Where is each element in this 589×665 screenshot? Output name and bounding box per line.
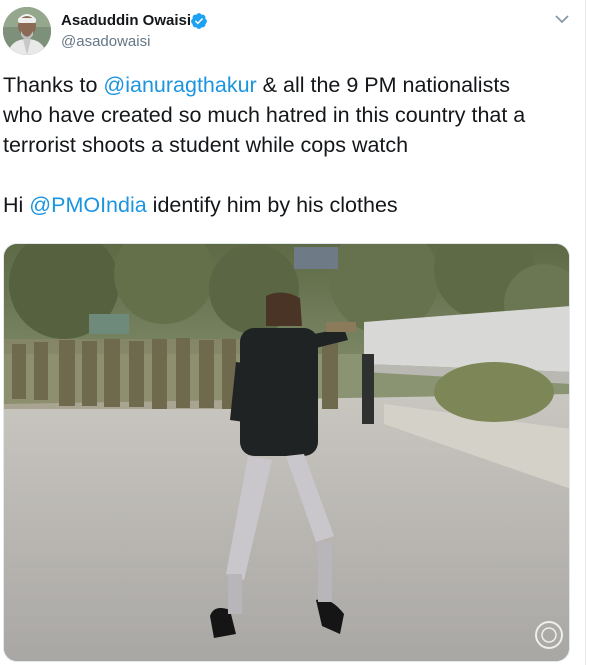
- avatar[interactable]: [3, 7, 51, 55]
- tweet-photo[interactable]: [3, 243, 570, 662]
- mention-link-ianuragthakur[interactable]: @ianuragthakur: [103, 73, 256, 97]
- verified-badge-icon: [191, 13, 207, 29]
- tweet-text-segment: Thanks to: [3, 73, 104, 97]
- tweet-text-segment: Hi: [3, 193, 30, 217]
- mention-link-pmoindia[interactable]: @PMOIndia: [29, 193, 146, 217]
- author-name[interactable]: Asaduddin Owaisi: [61, 12, 191, 29]
- tweet-text-segment: & all the 9 PM nationalists: [256, 73, 511, 97]
- tweet-text-line-2: who have created so much hatred in this …: [3, 103, 526, 127]
- tweet-text-line-1: Thanks to @ianuragthakur & all the 9 PM …: [3, 70, 578, 100]
- chevron-down-icon[interactable]: [553, 12, 571, 26]
- tweet-text: Thanks to @ianuragthakur & all the 9 PM …: [3, 70, 578, 220]
- tweet-text-line-3: terrorist shoots a student while cops wa…: [3, 133, 409, 157]
- author-handle[interactable]: @asadowaisi: [61, 33, 150, 50]
- tweet: Asaduddin Owaisi @asadowaisi Thanks to @…: [0, 0, 589, 665]
- tweet-text-segment: identify him by his clothes: [146, 193, 398, 217]
- tweet-text-line-5: Hi @PMOIndia identify him by his clothes: [3, 190, 578, 220]
- column-border: [585, 0, 586, 665]
